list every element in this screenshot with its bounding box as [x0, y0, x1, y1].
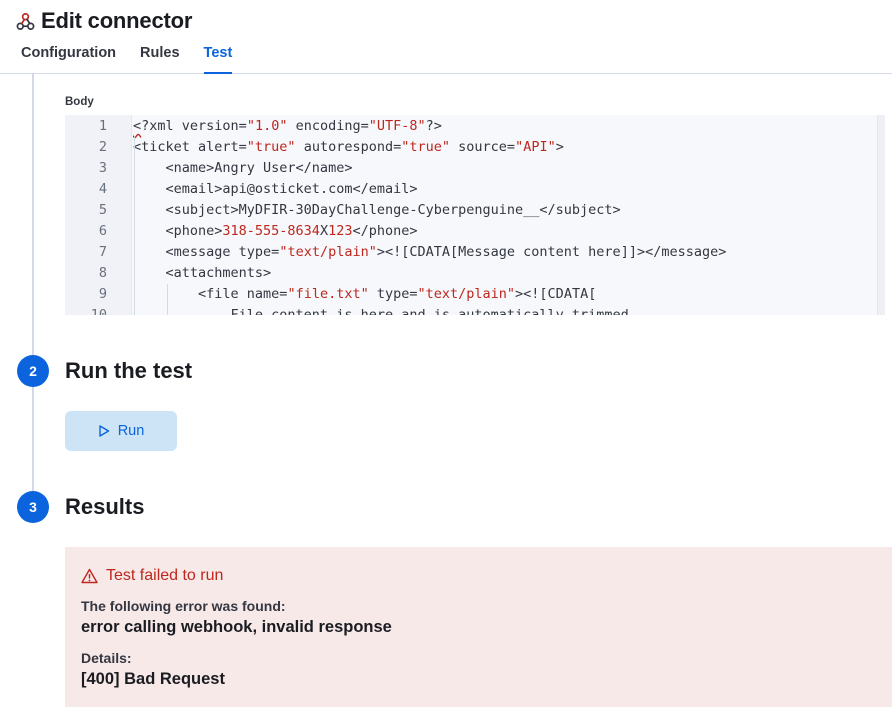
indent-guide	[166, 284, 168, 315]
tab-list: Configuration Rules Test	[21, 44, 256, 74]
code-text: <ticket alert="true" autorespond="true" …	[133, 139, 564, 155]
code-text: <file name="file.txt" type="text/plain">…	[133, 286, 597, 302]
page-header: Edit connector Configuration Rules Test	[0, 0, 892, 74]
code-line: 3 <name>Angry User</name>	[65, 158, 885, 179]
code-text: File content is here and is automaticall…	[133, 307, 629, 315]
step-number-results: 3	[17, 491, 49, 523]
title-row: Edit connector	[16, 8, 192, 34]
play-icon	[98, 425, 109, 437]
code-text: <?xml version="1.0" encoding="UTF-8"?>	[133, 118, 442, 134]
line-number: 3	[98, 160, 107, 176]
line-number: 6	[98, 223, 107, 239]
line-number: 10	[90, 307, 107, 315]
steps-rail	[32, 74, 34, 504]
code-line: 6 <phone>318-555-8634X123</phone>	[65, 221, 885, 242]
code-text: <name>Angry User</name>	[133, 160, 353, 176]
line-number: 7	[98, 244, 107, 260]
line-number: 1	[98, 118, 107, 134]
line-number: 9	[98, 286, 107, 302]
step-title-run: Run the test	[65, 358, 193, 383]
error-callout: Test failed to run The following error w…	[65, 547, 892, 707]
page-title: Edit connector	[41, 8, 193, 33]
code-text: <email>api@osticket.com</email>	[133, 181, 418, 197]
line-number: 5	[98, 202, 107, 218]
code-text: <attachments>	[133, 265, 272, 281]
indent-guide	[134, 137, 135, 315]
code-text: <subject>MyDFIR-30DayChallenge-Cyberpeng…	[133, 202, 621, 218]
error-message: error calling webhook, invalid response	[81, 618, 392, 636]
callout-title-text: Test failed to run	[106, 567, 224, 584]
details-message: [400] Bad Request	[81, 670, 225, 688]
webhook-icon	[16, 12, 35, 30]
code-line: 1 <?xml version="1.0" encoding="UTF-8"?>	[65, 116, 885, 137]
run-button-label: Run	[117, 423, 145, 439]
tab-configuration[interactable]: Configuration	[21, 44, 116, 74]
code-line: 9 <file name="file.txt" type="text/plain…	[65, 284, 885, 305]
code-line: 2 <ticket alert="true" autorespond="true"…	[65, 137, 885, 158]
code-line: 5 <subject>MyDFIR-30DayChallenge-Cyberpe…	[65, 200, 885, 221]
line-number: 8	[98, 265, 107, 281]
details-label: Details:	[81, 650, 132, 666]
error-label: The following error was found:	[81, 598, 286, 614]
run-button[interactable]: Run	[65, 411, 177, 451]
body-code-editor[interactable]: 1 <?xml version="1.0" encoding="UTF-8"?> 2…	[65, 115, 885, 315]
code-text: <message type="text/plain"><![CDATA[Mess…	[133, 244, 727, 260]
code-line: 10 File content is here and is automatic…	[65, 305, 885, 315]
step-title-results: Results	[65, 494, 145, 519]
tab-test[interactable]: Test	[203, 44, 233, 74]
code-line: 4 <email>api@osticket.com</email>	[65, 179, 885, 200]
code-text: <phone>318-555-8634X123</phone>	[133, 223, 418, 239]
body-label: Body	[65, 96, 94, 108]
line-number: 2	[98, 139, 107, 155]
warning-icon	[81, 568, 98, 584]
line-number: 4	[98, 181, 107, 197]
code-line: 8 <attachments>	[65, 263, 885, 284]
callout-title: Test failed to run	[81, 567, 223, 585]
tab-rules[interactable]: Rules	[140, 44, 180, 74]
code-line: 7 <message type="text/plain"><![CDATA[Me…	[65, 242, 885, 263]
step-number-run: 2	[17, 355, 49, 387]
